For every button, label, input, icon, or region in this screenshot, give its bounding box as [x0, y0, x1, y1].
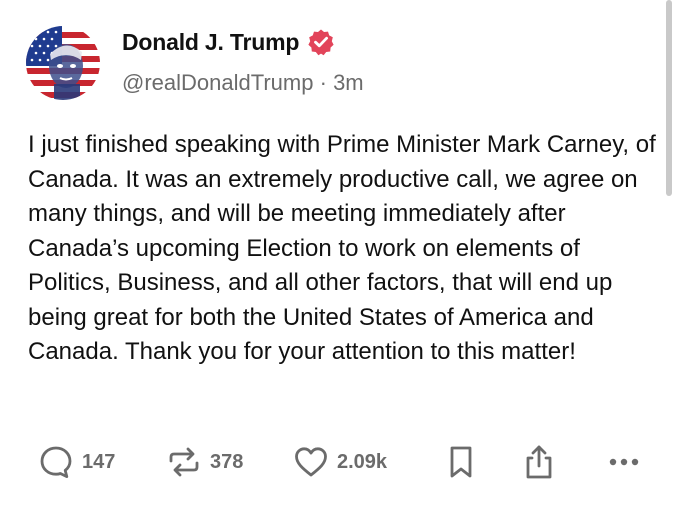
more-icon [606, 444, 642, 480]
display-name-text: Donald J. Trump [122, 28, 300, 55]
share-icon [522, 443, 556, 481]
heart-icon [293, 444, 329, 480]
share-button[interactable] [522, 440, 556, 484]
post-text: I just finished speaking with Prime Mini… [28, 131, 656, 365]
avatar[interactable] [26, 26, 100, 100]
author-name[interactable]: Donald J. Trump [122, 28, 335, 56]
like-button[interactable]: 2.09k [293, 440, 387, 484]
post-timestamp[interactable]: 3m [333, 70, 364, 95]
reply-count: 147 [82, 450, 116, 473]
reply-button[interactable]: 147 [38, 440, 115, 484]
bookmark-button[interactable] [445, 440, 477, 484]
more-button[interactable] [606, 440, 642, 484]
retruth-count: 378 [210, 450, 244, 473]
bookmark-icon [445, 444, 477, 480]
like-count: 2.09k [337, 450, 388, 473]
action-bar: 147 378 2.09k [0, 440, 680, 484]
reply-icon [38, 444, 74, 480]
author-handle[interactable]: @realDonaldTrump [122, 70, 313, 95]
post-meta: @realDonaldTrump · 3m [122, 70, 364, 96]
scrollbar[interactable] [666, 0, 672, 196]
meta-separator: · [319, 70, 327, 95]
verified-badge-icon [307, 28, 335, 56]
post-card: Donald J. Trump @realDonaldTrump · 3m I … [0, 0, 680, 512]
retruth-button[interactable]: 378 [166, 440, 243, 484]
retruth-icon [166, 444, 202, 480]
